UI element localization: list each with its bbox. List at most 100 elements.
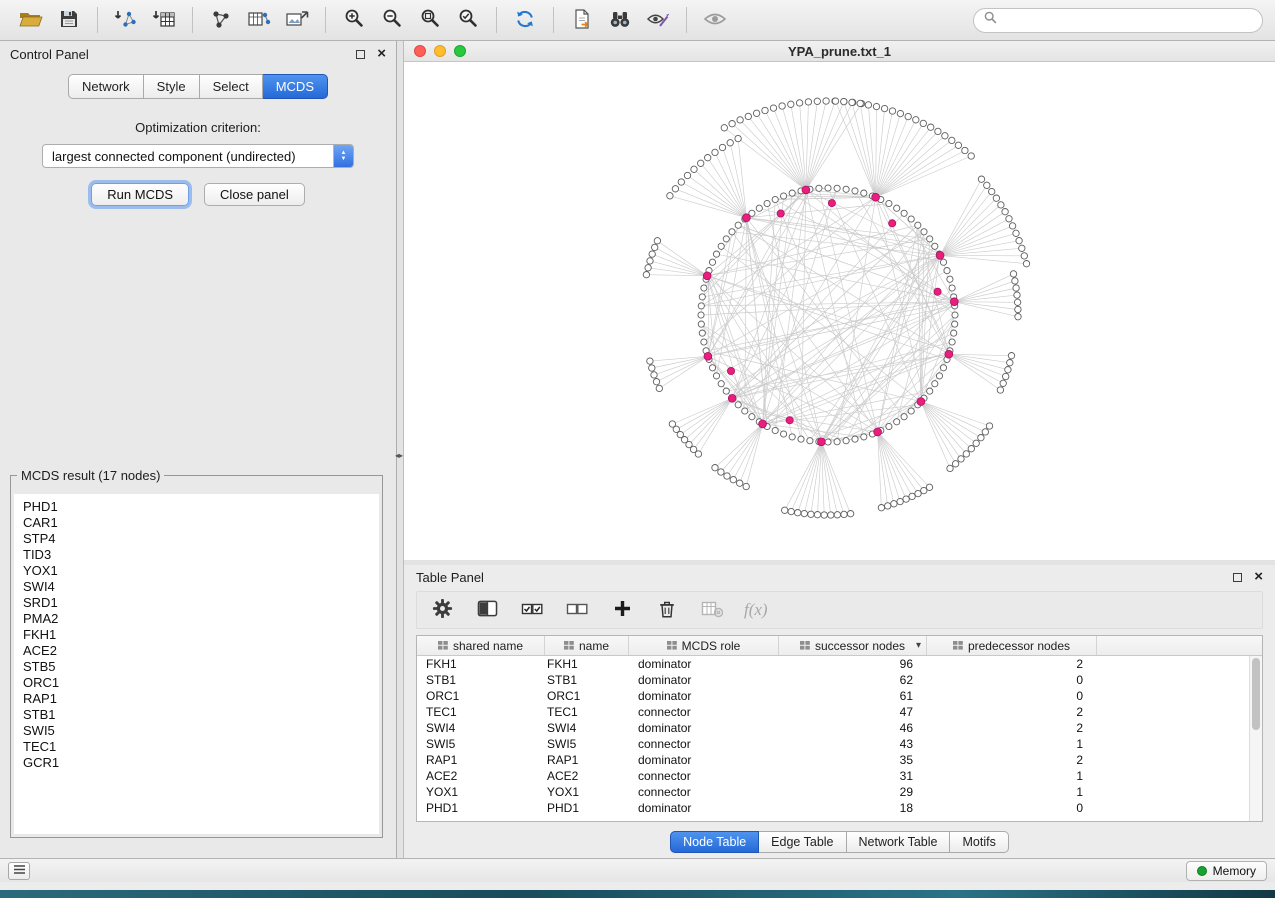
mcds-result-item[interactable]: RAP1 [23, 691, 379, 707]
cell-shared-name[interactable]: FKH1 [417, 657, 545, 671]
maximize-window-button[interactable] [454, 45, 466, 57]
cell-mcds-role[interactable]: connector [629, 785, 779, 799]
import-table-button[interactable] [145, 4, 183, 36]
cell-name[interactable]: ACE2 [545, 769, 629, 783]
network-canvas[interactable] [404, 62, 1275, 560]
network-graph[interactable] [404, 62, 1275, 560]
table-row[interactable]: ACE2 ACE2 connector 31 1 [417, 768, 1249, 784]
cell-predecessor-nodes[interactable]: 2 [927, 657, 1097, 671]
cell-mcds-role[interactable]: dominator [629, 673, 779, 687]
cell-successor-nodes[interactable]: 61 [779, 689, 927, 703]
cell-predecessor-nodes[interactable]: 0 [927, 673, 1097, 687]
select-all-button[interactable] [519, 596, 545, 624]
table-settings-button[interactable] [429, 596, 455, 624]
cell-name[interactable]: PHD1 [545, 801, 629, 815]
mcds-result-item[interactable]: ORC1 [23, 675, 379, 691]
mcds-result-item[interactable]: STB1 [23, 707, 379, 723]
column-header-successor-nodes[interactable]: successor nodes ▾ [779, 636, 927, 655]
float-panel-icon[interactable] [356, 50, 365, 59]
cell-shared-name[interactable]: SWI5 [417, 737, 545, 751]
column-header-name[interactable]: name [545, 636, 629, 655]
import-network-button[interactable] [107, 4, 145, 36]
table-row[interactable]: RAP1 RAP1 dominator 35 2 [417, 752, 1249, 768]
mcds-result-item[interactable]: SWI4 [23, 579, 379, 595]
cell-shared-name[interactable]: PHD1 [417, 801, 545, 815]
cell-predecessor-nodes[interactable]: 2 [927, 721, 1097, 735]
new-network-button[interactable] [202, 4, 240, 36]
mcds-result-item[interactable]: FKH1 [23, 627, 379, 643]
table-row[interactable]: SWI5 SWI5 connector 43 1 [417, 736, 1249, 752]
cell-predecessor-nodes[interactable]: 2 [927, 705, 1097, 719]
mcds-result-item[interactable]: SRD1 [23, 595, 379, 611]
splitter-collapse-icon[interactable]: ◂▸ [395, 451, 403, 460]
filter-button[interactable] [639, 4, 677, 36]
cell-name[interactable]: TEC1 [545, 705, 629, 719]
cell-name[interactable]: SWI4 [545, 721, 629, 735]
mcds-result-item[interactable]: TEC1 [23, 739, 379, 755]
table-rows[interactable]: FKH1 FKH1 dominator 96 2 STB1 STB1 domin… [417, 656, 1249, 821]
mcds-result-item[interactable]: CAR1 [23, 515, 379, 531]
table-row[interactable]: SWI4 SWI4 dominator 46 2 [417, 720, 1249, 736]
run-mcds-button[interactable]: Run MCDS [91, 183, 189, 206]
cell-successor-nodes[interactable]: 31 [779, 769, 927, 783]
cell-shared-name[interactable]: ACE2 [417, 769, 545, 783]
mcds-result-list[interactable]: PHD1 CAR1 STP4 TID3 YOX1 SWI4 SRD1 PMA2 … [14, 494, 379, 834]
tab-mcds[interactable]: MCDS [263, 74, 328, 99]
cell-mcds-role[interactable]: dominator [629, 801, 779, 815]
mcds-result-item[interactable]: SWI5 [23, 723, 379, 739]
minimize-window-button[interactable] [434, 45, 446, 57]
zoom-fit-button[interactable] [411, 4, 449, 36]
cell-mcds-role[interactable]: dominator [629, 721, 779, 735]
cell-name[interactable]: ORC1 [545, 689, 629, 703]
zoom-selected-button[interactable] [449, 4, 487, 36]
table-row[interactable]: PHD1 PHD1 dominator 18 0 [417, 800, 1249, 816]
sort-chevron-icon[interactable]: ▾ [916, 640, 921, 651]
tab-network[interactable]: Network [68, 74, 144, 99]
table-row[interactable]: TEC1 TEC1 connector 47 2 [417, 704, 1249, 720]
tab-select[interactable]: Select [200, 74, 263, 99]
mcds-result-item[interactable]: TID3 [23, 547, 379, 563]
tab-style[interactable]: Style [144, 74, 200, 99]
function-builder-button[interactable]: f(x) [744, 596, 768, 624]
delete-table-button[interactable] [699, 596, 725, 624]
close-table-panel-icon[interactable]: × [1254, 572, 1263, 582]
cell-name[interactable]: SWI5 [545, 737, 629, 751]
cell-predecessor-nodes[interactable]: 1 [927, 785, 1097, 799]
cell-name[interactable]: FKH1 [545, 657, 629, 671]
cell-successor-nodes[interactable]: 43 [779, 737, 927, 751]
cell-successor-nodes[interactable]: 47 [779, 705, 927, 719]
column-header-shared-name[interactable]: shared name [417, 636, 545, 655]
column-header-predecessor-nodes[interactable]: predecessor nodes [927, 636, 1097, 655]
open-session-button[interactable] [12, 4, 50, 36]
save-session-button[interactable] [50, 4, 88, 36]
cell-mcds-role[interactable]: connector [629, 737, 779, 751]
cell-name[interactable]: STB1 [545, 673, 629, 687]
cell-mcds-role[interactable]: connector [629, 705, 779, 719]
scrollbar-thumb[interactable] [1252, 658, 1260, 730]
memory-button[interactable]: Memory [1186, 861, 1267, 881]
cell-predecessor-nodes[interactable]: 2 [927, 753, 1097, 767]
show-graphics-details-button[interactable] [696, 4, 734, 36]
close-panel-button[interactable]: Close panel [204, 183, 305, 206]
cell-predecessor-nodes[interactable]: 1 [927, 737, 1097, 751]
panel-splitter[interactable]: ◂▸ [397, 41, 404, 866]
cell-name[interactable]: RAP1 [545, 753, 629, 767]
export-document-button[interactable] [563, 4, 601, 36]
table-row[interactable]: STB1 STB1 dominator 62 0 [417, 672, 1249, 688]
zoom-in-button[interactable] [335, 4, 373, 36]
cell-mcds-role[interactable]: dominator [629, 753, 779, 767]
close-window-button[interactable] [414, 45, 426, 57]
show-columns-button[interactable] [474, 596, 500, 624]
deselect-all-button[interactable] [564, 596, 590, 624]
mcds-result-item[interactable]: PMA2 [23, 611, 379, 627]
mcds-result-item[interactable]: YOX1 [23, 563, 379, 579]
cell-shared-name[interactable]: TEC1 [417, 705, 545, 719]
find-button[interactable] [601, 4, 639, 36]
table-row[interactable]: ORC1 ORC1 dominator 61 0 [417, 688, 1249, 704]
cell-predecessor-nodes[interactable]: 0 [927, 801, 1097, 815]
close-panel-icon[interactable]: × [377, 49, 386, 59]
tab-node-table[interactable]: Node Table [670, 831, 759, 853]
mcds-result-item[interactable]: GCR1 [23, 755, 379, 771]
tab-edge-table[interactable]: Edge Table [759, 831, 846, 853]
mcds-result-item[interactable]: ACE2 [23, 643, 379, 659]
